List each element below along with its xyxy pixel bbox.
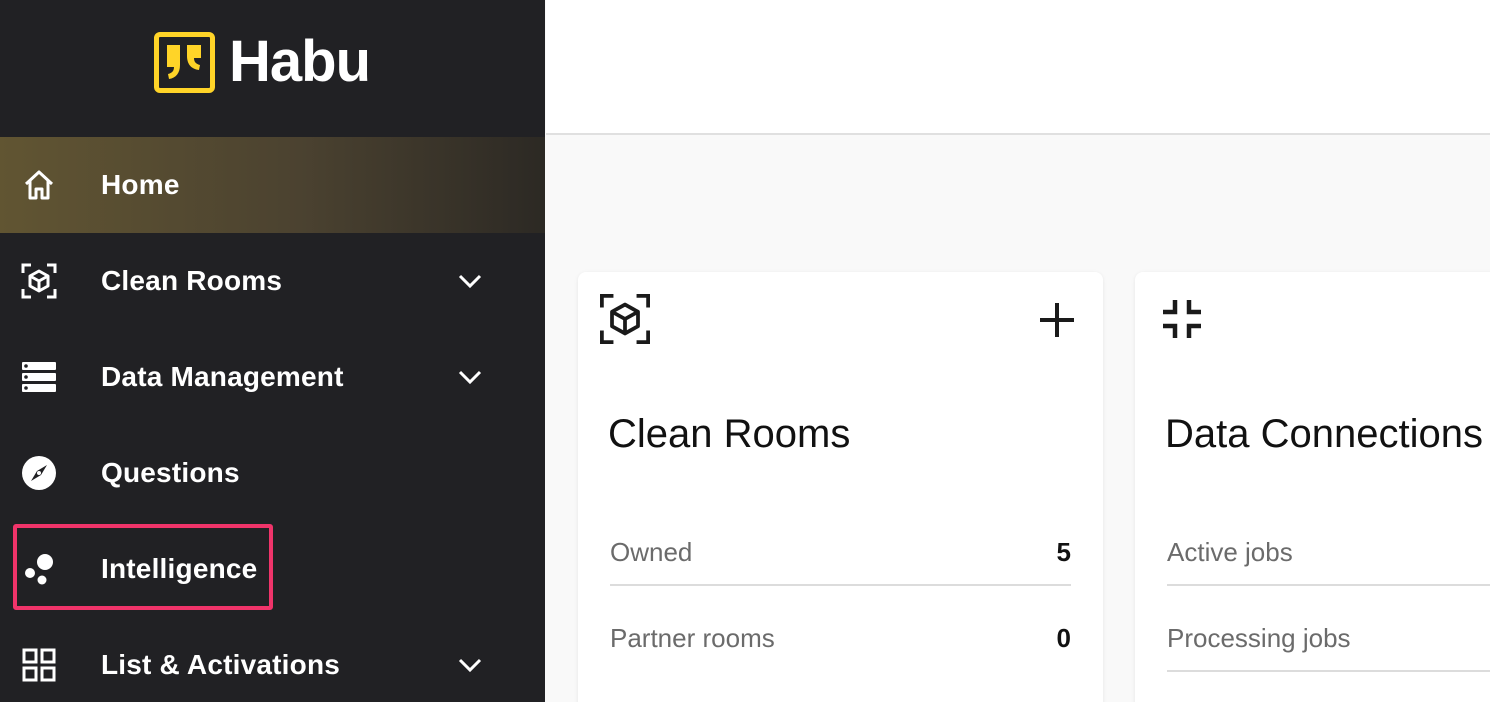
clean-rooms-card: Clean Rooms Owned 5 Partner rooms 0: [578, 272, 1103, 702]
brand-name: Habu: [229, 29, 371, 94]
cube-scan-icon: [20, 262, 58, 300]
plus-icon[interactable]: [1035, 298, 1079, 342]
grid-icon: [20, 646, 58, 684]
sidebar-item-list-activations[interactable]: List & Activations: [0, 617, 545, 702]
data-connections-card: Data Connections Active jobs Processing …: [1135, 272, 1490, 702]
card-title: Data Connections: [1165, 412, 1483, 456]
chevron-down-icon[interactable]: [456, 267, 484, 295]
sidebar-item-label: Questions: [101, 457, 240, 488]
divider: [1167, 584, 1490, 586]
compass-icon: [20, 454, 58, 492]
stat-value: 5: [1056, 536, 1071, 567]
card-title: Clean Rooms: [608, 412, 851, 456]
chevron-down-icon[interactable]: [456, 363, 484, 391]
stat-label: Owned: [610, 536, 693, 567]
home-icon: [20, 166, 58, 204]
database-stack-icon: [20, 358, 58, 396]
sidebar-item-clean-rooms[interactable]: Clean Rooms: [0, 233, 545, 329]
sidebar-item-label: Home: [101, 169, 180, 200]
sidebar-item-home[interactable]: Home: [0, 137, 545, 233]
cube-scan-icon: [598, 292, 652, 346]
chevron-down-icon[interactable]: [456, 651, 484, 679]
card-stat-row[interactable]: Active jobs: [1167, 530, 1490, 574]
card-stat-row[interactable]: Processing jobs: [1167, 616, 1490, 660]
sidebar-item-questions[interactable]: Questions: [0, 425, 545, 521]
top-bar: [546, 0, 1490, 135]
logo[interactable]: Habu: [154, 29, 371, 94]
compress-icon: [1155, 292, 1209, 346]
bubbles-icon: [20, 550, 58, 588]
sidebar-item-intelligence[interactable]: Intelligence: [0, 521, 545, 617]
stat-label: Processing jobs: [1167, 622, 1351, 653]
card-stat-row[interactable]: Owned 5: [610, 530, 1071, 574]
sidebar-item-label: List & Activations: [101, 649, 341, 680]
stat-label: Partner rooms: [610, 622, 775, 653]
card-stat-row[interactable]: Partner rooms 0: [610, 616, 1071, 660]
sidebar: Habu Home Clean Rooms Data Management Qu…: [0, 0, 545, 702]
sidebar-item-label: Intelligence: [101, 553, 258, 584]
sidebar-item-data-management[interactable]: Data Management: [0, 329, 545, 425]
stat-value: 0: [1056, 622, 1071, 653]
divider: [610, 584, 1071, 586]
habu-quote-logo-icon: [154, 31, 215, 93]
stat-label: Active jobs: [1167, 536, 1293, 567]
sidebar-item-label: Clean Rooms: [101, 265, 283, 296]
divider: [1167, 670, 1490, 672]
sidebar-item-label: Data Management: [101, 361, 344, 392]
